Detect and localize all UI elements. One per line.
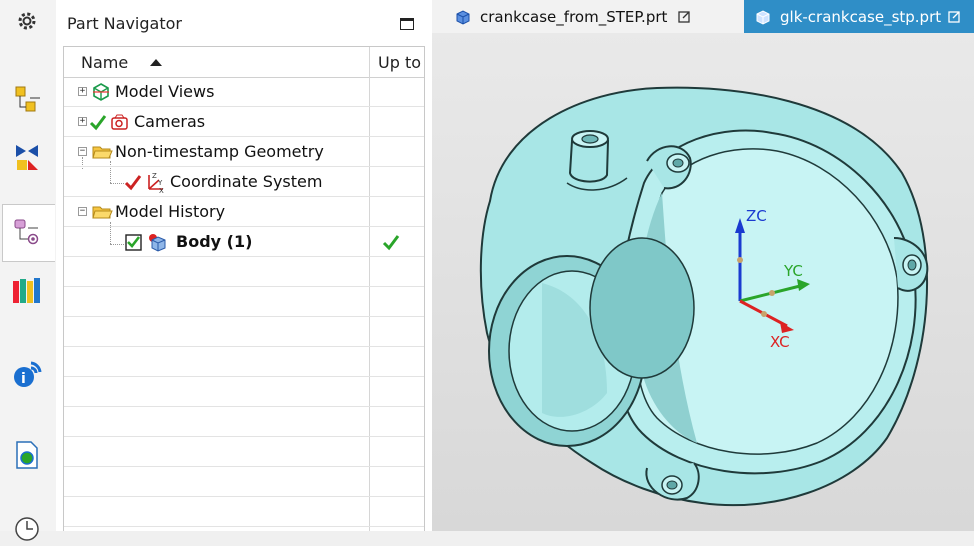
sort-ascending-icon[interactable] (150, 59, 162, 66)
crankcase-model[interactable]: ZC YC XC (432, 33, 974, 531)
expand-icon[interactable]: + (78, 87, 87, 96)
model-views-icon (93, 83, 109, 101)
tab-label: glk-crankcase_stp.prt (780, 7, 942, 26)
tree-row-label: Body (1) (176, 232, 253, 251)
collapse-icon[interactable]: − (78, 147, 87, 156)
web-browser-icon[interactable] (10, 438, 44, 472)
part-navigator-panel: Part Navigator Name Up to + Model Views … (56, 0, 433, 531)
tree-row-cameras[interactable]: + Cameras (64, 107, 424, 137)
svg-text:X: X (159, 187, 164, 193)
tab-crankcase-from-step[interactable]: crankcase_from_STEP.prt (454, 0, 742, 33)
body-feature-icon (149, 234, 166, 252)
tree-row-label: Non-timestamp Geometry (115, 142, 324, 161)
tree-row-label: Model Views (115, 82, 215, 101)
settings-gear-icon[interactable] (10, 4, 44, 38)
collapse-icon[interactable]: − (78, 207, 87, 216)
hd3d-tools-icon[interactable]: i (10, 357, 44, 391)
graphics-window[interactable]: crankcase_from_STEP.prt glk-crankcase_st… (432, 0, 974, 531)
tree-row-empty (64, 467, 424, 497)
history-icon[interactable] (10, 512, 44, 546)
camera-icon (111, 114, 128, 130)
tree-row-label: Cameras (134, 112, 206, 131)
tree-row-empty (64, 407, 424, 437)
checkbox-checked-icon[interactable] (124, 231, 144, 253)
tree-row-body[interactable]: Body (1) (64, 227, 424, 257)
column-name-header[interactable]: Name (81, 53, 128, 72)
column-header: Name Up to (64, 47, 424, 78)
tree-row-empty (64, 257, 424, 287)
checkmark-icon (124, 175, 142, 191)
zc-label: ZC (746, 207, 767, 225)
file-tabs: crankcase_from_STEP.prt glk-crankcase_st… (432, 0, 974, 33)
reuse-library-icon[interactable] (10, 273, 44, 307)
svg-text:i: i (21, 371, 26, 387)
folder-icon (92, 206, 113, 219)
svg-text:Y: Y (157, 179, 163, 187)
tree-row-empty (64, 437, 424, 467)
part-navigator-icon[interactable] (10, 215, 44, 249)
panel-title: Part Navigator (67, 14, 182, 33)
xc-label: XC (770, 333, 790, 351)
tree-row-model-views[interactable]: + Model Views (64, 77, 424, 107)
tree-row-label: Model History (115, 202, 226, 221)
tree-row-model-history[interactable]: − Model History (64, 197, 424, 227)
assembly-navigator-icon[interactable] (10, 82, 44, 116)
tree-row-empty (64, 377, 424, 407)
up-to-date-checkmark-icon (382, 235, 400, 251)
constraint-navigator-icon[interactable] (10, 140, 44, 174)
checkmark-icon (89, 115, 107, 131)
maximize-icon[interactable] (400, 18, 414, 30)
column-upto-header[interactable]: Up to (378, 53, 421, 72)
expand-icon[interactable]: + (78, 117, 87, 126)
resource-bar: i (0, 0, 57, 541)
part-file-icon (756, 9, 770, 25)
svg-text:Z: Z (152, 172, 157, 180)
tree-row-empty (64, 347, 424, 377)
tree-row-coordinate-system[interactable]: ZYX Coordinate System (64, 167, 424, 197)
coordinate-system-icon: ZYX (148, 172, 164, 193)
navigator-tree: Name Up to + Model Views + Cameras − Non… (63, 46, 425, 531)
tree-row-empty (64, 317, 424, 347)
tab-label: crankcase_from_STEP.prt (480, 7, 668, 26)
modified-icon (678, 10, 691, 23)
tree-row-label: Coordinate System (170, 172, 323, 191)
part-file-icon (456, 9, 470, 25)
tree-row-non-timestamp-geometry[interactable]: − Non-timestamp Geometry (64, 137, 424, 167)
tree-row-empty (64, 287, 424, 317)
yc-label: YC (783, 262, 803, 280)
modified-icon (948, 10, 960, 23)
tree-row-empty (64, 497, 424, 527)
tab-glk-crankcase-stp[interactable]: glk-crankcase_stp.prt (744, 0, 974, 33)
folder-icon (92, 146, 113, 159)
